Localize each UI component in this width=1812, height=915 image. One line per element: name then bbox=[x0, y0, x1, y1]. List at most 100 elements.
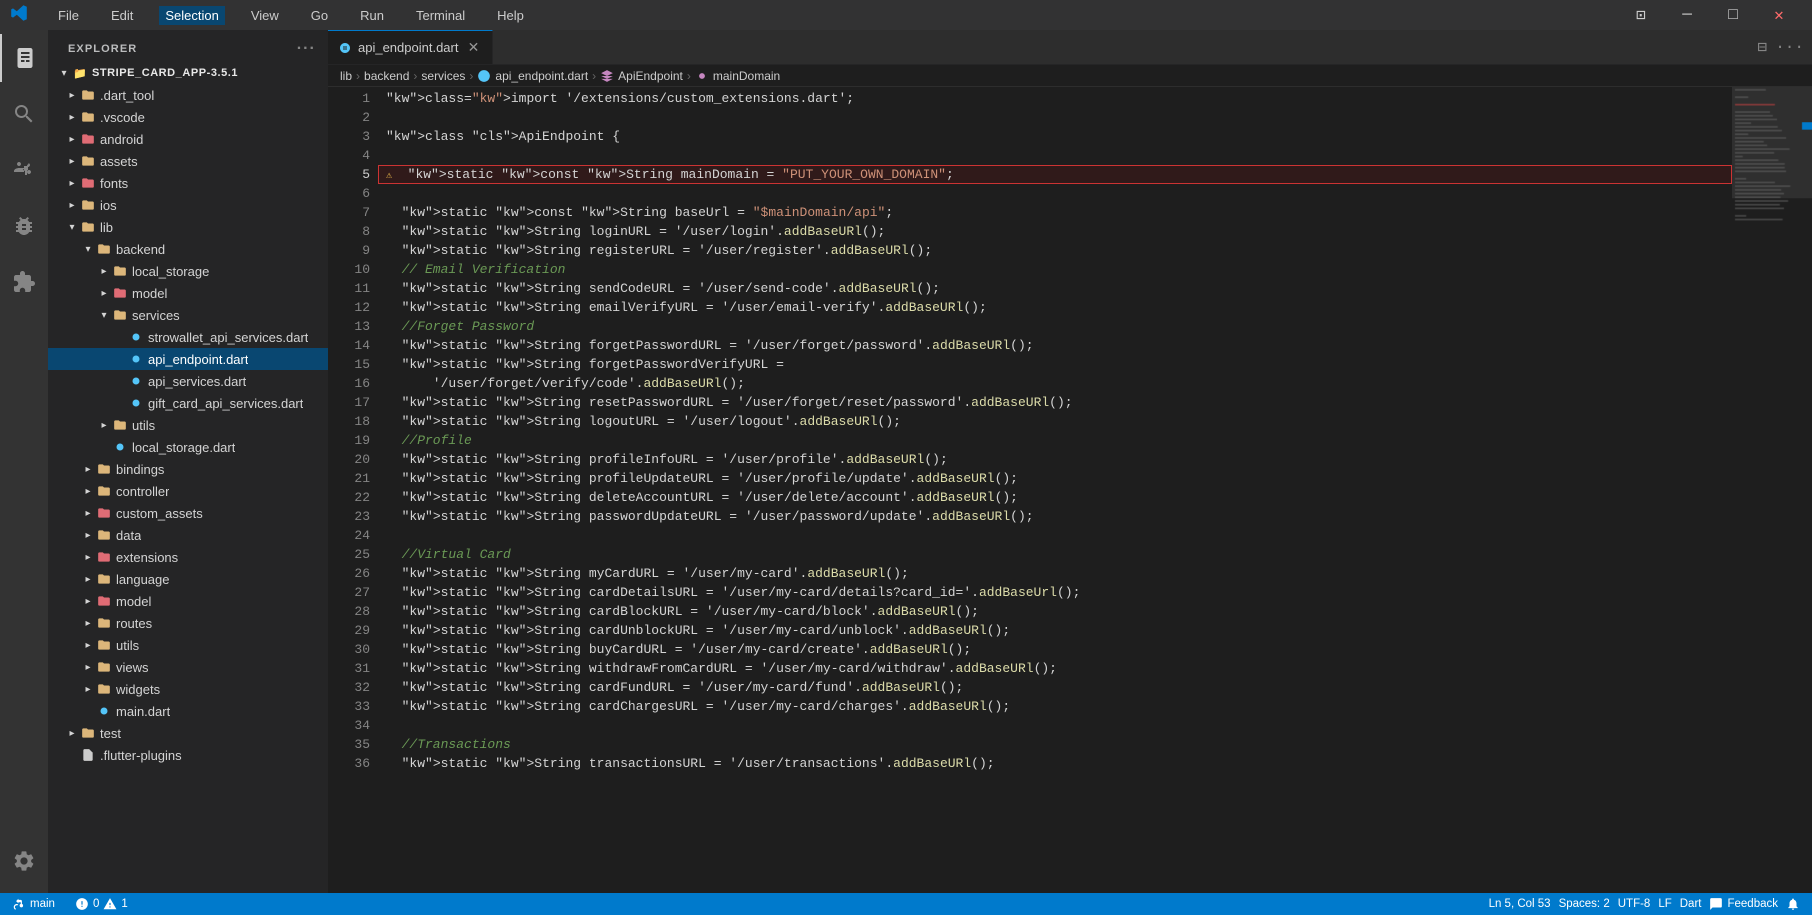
window-minimize-button[interactable]: ─ bbox=[1664, 0, 1710, 30]
tree-item-utils2[interactable]: ▸utils bbox=[48, 634, 328, 656]
tree-label-model: model bbox=[132, 286, 167, 301]
language-mode[interactable]: Dart bbox=[1676, 897, 1706, 911]
tree-item-routes[interactable]: ▸routes bbox=[48, 612, 328, 634]
tree-icon-model2 bbox=[96, 593, 112, 609]
code-line-20: "kw">static "kw">String profileInfoURL =… bbox=[378, 450, 1732, 469]
window-split-button[interactable]: ⊡ bbox=[1618, 0, 1664, 30]
tree-item-widgets[interactable]: ▸widgets bbox=[48, 678, 328, 700]
menu-terminal[interactable]: Terminal bbox=[410, 6, 471, 25]
tree-item-lib[interactable]: ▾lib bbox=[48, 216, 328, 238]
tab-close-button[interactable]: ✕ bbox=[464, 39, 482, 57]
bc-lib[interactable]: lib bbox=[340, 69, 352, 83]
activity-extensions[interactable] bbox=[0, 258, 48, 306]
menu-help[interactable]: Help bbox=[491, 6, 530, 25]
sidebar: EXPLORER ··· ▾ 📁 STRIPE_CARD_APP-3.5.1 ▸… bbox=[48, 30, 328, 893]
tree-label-widgets: widgets bbox=[116, 682, 160, 697]
tree-item-api_endpoint[interactable]: api_endpoint.dart bbox=[48, 348, 328, 370]
active-tab[interactable]: api_endpoint.dart ✕ bbox=[328, 30, 493, 64]
tree-icon-utils2 bbox=[96, 637, 112, 653]
app-icon bbox=[10, 4, 28, 26]
tree-item-local_storage_dart[interactable]: local_storage.dart bbox=[48, 436, 328, 458]
menu-selection[interactable]: Selection bbox=[159, 6, 224, 25]
code-line-11: "kw">static "kw">String sendCodeURL = '/… bbox=[378, 279, 1732, 298]
activity-settings[interactable] bbox=[0, 837, 48, 885]
tree-item-controller[interactable]: ▸controller bbox=[48, 480, 328, 502]
bc-services[interactable]: services bbox=[421, 69, 465, 83]
tree-arrow-fonts: ▸ bbox=[64, 175, 80, 191]
tree-item-data[interactable]: ▸data bbox=[48, 524, 328, 546]
bc-method[interactable]: mainDomain bbox=[713, 69, 780, 83]
tree-items-container: ▸.dart_tool▸.vscode▸android▸assets ▸ fonts… bbox=[48, 84, 328, 766]
bc-filename[interactable]: api_endpoint.dart bbox=[495, 69, 588, 83]
tree-item-model[interactable]: ▸model bbox=[48, 282, 328, 304]
tree-item-main_dart[interactable]: main.dart bbox=[48, 700, 328, 722]
code-line-25: //Virtual Card bbox=[378, 545, 1732, 564]
tree-icon-fonts bbox=[80, 175, 96, 191]
tree-item-backend[interactable]: ▾backend bbox=[48, 238, 328, 260]
activity-search[interactable] bbox=[0, 90, 48, 138]
tree-item-local_storage[interactable]: ▸local_storage bbox=[48, 260, 328, 282]
menu-view[interactable]: View bbox=[245, 6, 285, 25]
tree-item-strowallet_api[interactable]: strowallet_api_services.dart bbox=[48, 326, 328, 348]
menu-go[interactable]: Go bbox=[305, 6, 334, 25]
bc-backend[interactable]: backend bbox=[364, 69, 409, 83]
feedback-button[interactable]: Feedback bbox=[1705, 897, 1782, 911]
tree-item-test[interactable]: ▸test bbox=[48, 722, 328, 744]
tree-item-assets[interactable]: ▸assets bbox=[48, 150, 328, 172]
tree-icon-backend bbox=[96, 241, 112, 257]
encoding-value: UTF-8 bbox=[1618, 898, 1651, 910]
tree-icon-strowallet_api bbox=[128, 329, 144, 345]
more-actions-icon[interactable]: ··· bbox=[1775, 38, 1804, 56]
activity-run-debug[interactable] bbox=[0, 202, 48, 250]
tree-label-backend: backend bbox=[116, 242, 165, 257]
tree-label-fonts: fonts bbox=[100, 176, 128, 191]
tree-icon-api_endpoint bbox=[128, 351, 144, 367]
tree-item-utils[interactable]: ▸utils bbox=[48, 414, 328, 436]
menu-file[interactable]: File bbox=[52, 6, 85, 25]
project-root[interactable]: ▾ 📁 STRIPE_CARD_APP-3.5.1 bbox=[48, 62, 328, 84]
line-endings[interactable]: LF bbox=[1654, 897, 1675, 911]
activity-bar bbox=[0, 30, 48, 893]
split-editor-icon[interactable]: ⊟ bbox=[1758, 37, 1768, 57]
cursor-position[interactable]: Ln 5, Col 53 bbox=[1485, 897, 1555, 911]
tree-item-model2[interactable]: ▸model bbox=[48, 590, 328, 612]
code-content[interactable]: "kw">class="kw">import '/extensions/cust… bbox=[378, 87, 1732, 893]
error-count[interactable]: 0 1 bbox=[71, 897, 132, 911]
tree-icon-gift_card bbox=[128, 395, 144, 411]
tree-item-services[interactable]: ▾services bbox=[48, 304, 328, 326]
tree-item-ios[interactable]: ▸ios bbox=[48, 194, 328, 216]
notifications-button[interactable] bbox=[1782, 897, 1804, 911]
tree-item-flutter_plugins[interactable]: .flutter-plugins bbox=[48, 744, 328, 766]
code-line-34 bbox=[378, 716, 1732, 735]
tree-item-bindings[interactable]: ▸bindings bbox=[48, 458, 328, 480]
window-close-button[interactable]: ✕ bbox=[1756, 0, 1802, 30]
file-encoding[interactable]: UTF-8 bbox=[1614, 897, 1655, 911]
project-name: STRIPE_CARD_APP-3.5.1 bbox=[92, 67, 238, 79]
minimap bbox=[1732, 87, 1812, 893]
sidebar-more-button[interactable]: ··· bbox=[297, 40, 316, 58]
indentation[interactable]: Spaces: 2 bbox=[1555, 897, 1614, 911]
tree-item-api_services[interactable]: api_services.dart bbox=[48, 370, 328, 392]
tree-item-custom_assets[interactable]: ▸custom_assets bbox=[48, 502, 328, 524]
tree-label-views: views bbox=[116, 660, 149, 675]
tree-item-views[interactable]: ▸views bbox=[48, 656, 328, 678]
tree-item-extensions[interactable]: ▸extensions bbox=[48, 546, 328, 568]
activity-explorer[interactable] bbox=[0, 34, 48, 82]
window-maximize-button[interactable]: □ bbox=[1710, 0, 1756, 30]
menu-edit[interactable]: Edit bbox=[105, 6, 139, 25]
tree-item-vscode[interactable]: ▸.vscode bbox=[48, 106, 328, 128]
activity-source-control[interactable] bbox=[0, 146, 48, 194]
tree-item-android[interactable]: ▸android bbox=[48, 128, 328, 150]
menu-run[interactable]: Run bbox=[354, 6, 390, 25]
tree-item-dart_tool[interactable]: ▸.dart_tool bbox=[48, 84, 328, 106]
tree-item-language[interactable]: ▸language bbox=[48, 568, 328, 590]
tree-icon-local_storage bbox=[112, 263, 128, 279]
git-branch[interactable]: main bbox=[8, 897, 59, 911]
window-controls: ⊡ ─ □ ✕ bbox=[1618, 0, 1802, 30]
tree-item-fonts[interactable]: ▸ fonts bbox=[48, 172, 328, 194]
tree-arrow-language: ▸ bbox=[80, 571, 96, 587]
tree-arrow-android: ▸ bbox=[64, 131, 80, 147]
bc-class[interactable]: ApiEndpoint bbox=[618, 69, 683, 83]
tree-item-gift_card[interactable]: gift_card_api_services.dart bbox=[48, 392, 328, 414]
tree-label-main_dart: main.dart bbox=[116, 704, 170, 719]
